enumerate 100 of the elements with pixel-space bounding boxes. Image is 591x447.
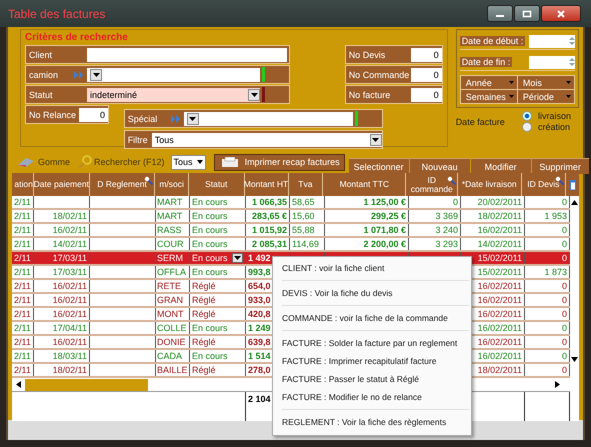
table-cell: 18/02/2011 xyxy=(478,210,522,222)
table-cell: BAILLE xyxy=(157,364,188,376)
table-cell: 0 xyxy=(562,336,567,348)
table-cell: 16/02/11 xyxy=(52,308,87,320)
table-cell: Réglé xyxy=(192,364,216,376)
table-cell: 2 200,00 € xyxy=(363,238,406,250)
table-cell: GRAN xyxy=(157,294,184,306)
table-cell: 16/02/11 xyxy=(52,294,87,306)
table-cell: 278,0 xyxy=(248,364,271,376)
field-label: Date de fin : xyxy=(460,57,512,67)
field-label: No Commande xyxy=(348,70,410,80)
table-cell: En cours xyxy=(192,252,228,264)
table-cell: En cours xyxy=(192,210,228,222)
table-cell: MART xyxy=(157,210,182,222)
table-cell: DONIE xyxy=(157,336,186,348)
field-label: Date de début : xyxy=(460,36,526,46)
table-cell: 15/02/2011 xyxy=(478,252,522,264)
table-cell: 16/02/11 xyxy=(52,280,87,292)
table-cell: 3 240 xyxy=(435,224,458,236)
table-cell: 18/02/11 xyxy=(52,210,87,222)
radio-label: création xyxy=(538,122,570,132)
field-label: Filtre xyxy=(126,134,149,144)
table-cell: 18/02/11 xyxy=(52,364,87,376)
table-cell: 1 514 xyxy=(248,350,271,362)
table-cell: En cours xyxy=(192,350,228,362)
table-cell: 2/11 xyxy=(14,266,31,278)
table-cell: 993,8 xyxy=(248,266,271,278)
table-cell: 16/02/2011 xyxy=(478,280,522,292)
table-cell: En cours xyxy=(192,224,228,236)
table-cell: 55,88 xyxy=(292,224,315,236)
table-cell: 58,65 xyxy=(292,196,315,208)
field-label: Statut xyxy=(28,90,54,100)
table-cell: 2/11 xyxy=(14,280,31,292)
table-cell: Réglé xyxy=(192,336,216,348)
table-cell: 2/11 xyxy=(14,210,31,222)
table-cell: 1 071,80 € xyxy=(363,224,406,236)
total-value: 2 104 xyxy=(248,394,271,406)
group-title: Critères de recherche xyxy=(25,32,129,43)
table-cell: En cours xyxy=(192,322,228,334)
table-cell: 0 xyxy=(562,238,567,250)
table-cell: 2/11 xyxy=(14,294,31,306)
table-cell: 0 xyxy=(562,294,567,306)
table-cell: 2/11 xyxy=(14,308,31,320)
table-cell: 3 369 xyxy=(435,210,458,222)
table-cell: SERM xyxy=(157,252,184,264)
table-cell: 3 293 xyxy=(435,238,458,250)
table-cell: 2/11 xyxy=(14,350,31,362)
table-cell: 0 xyxy=(562,350,567,362)
table-cell: 420,8 xyxy=(248,308,271,320)
table-cell: 16/02/11 xyxy=(52,336,87,348)
table-cell: 933,0 xyxy=(248,294,271,306)
field-label: Date facture xyxy=(456,116,505,126)
radio-label: livraison xyxy=(538,111,571,121)
table-cell: RETE xyxy=(157,280,182,292)
table-cell: 283,65 € xyxy=(252,210,287,222)
table-cell: En cours xyxy=(192,266,228,278)
table-cell: Réglé xyxy=(192,280,216,292)
table-cell: 2/11 xyxy=(14,322,31,334)
table-cell: En cours xyxy=(192,196,228,208)
table-cell: 1 066,35 xyxy=(252,196,287,208)
table-cell: 2/11 xyxy=(14,336,31,348)
table-cell: 16/02/2011 xyxy=(478,224,522,236)
table-cell: CADA xyxy=(157,350,182,362)
table-cell: 1 873 xyxy=(544,266,567,278)
table-cell: 639,8 xyxy=(248,336,271,348)
table-cell: 2/11 xyxy=(14,196,31,208)
table-cell: 17/03/11 xyxy=(52,252,87,264)
table-cell: 14/02/11 xyxy=(52,238,87,250)
field-label: No Relance xyxy=(28,110,78,120)
field-label: No facture xyxy=(348,90,392,100)
table-cell: 15,60 xyxy=(292,210,315,222)
window-title: Table des factures xyxy=(8,6,106,20)
table-cell: 17/03/11 xyxy=(52,266,87,278)
table-cell: 0 xyxy=(562,252,567,264)
table-cell: 1 125,00 € xyxy=(363,196,406,208)
table-cell: 0 xyxy=(562,364,567,376)
table-cell: 1 953 xyxy=(544,210,567,222)
table-cell: 0 xyxy=(562,196,567,208)
table-cell: 16/02/2011 xyxy=(478,350,522,362)
field-label: No Devis xyxy=(348,50,386,60)
table-cell: Réglé xyxy=(192,308,216,320)
table-cell: 17/04/11 xyxy=(52,322,87,334)
table-cell: 16/02/11 xyxy=(52,224,87,236)
table-cell: 0 xyxy=(452,196,458,208)
table-cell: 16/02/2011 xyxy=(478,336,522,348)
table-cell: 16/02/2011 xyxy=(478,308,522,320)
table-cell: 299,25 € xyxy=(370,210,406,222)
table-cell: 0 xyxy=(562,224,567,236)
table-cell: 2/11 xyxy=(14,238,31,250)
table-cell: MART xyxy=(157,196,182,208)
table-cell: Réglé xyxy=(192,294,216,306)
table-cell: 114,69 xyxy=(292,238,319,250)
field-label: camion xyxy=(28,70,60,80)
table-cell: 18/02/2011 xyxy=(478,364,522,376)
table-cell: 0 xyxy=(562,322,567,334)
table-cell: 2/11 xyxy=(14,252,31,264)
table-cell: 654,0 xyxy=(248,280,271,292)
field-label: Spécial xyxy=(126,114,158,124)
table-cell: 1 249 xyxy=(248,322,271,334)
table-cell: 20/02/2011 xyxy=(478,196,522,208)
